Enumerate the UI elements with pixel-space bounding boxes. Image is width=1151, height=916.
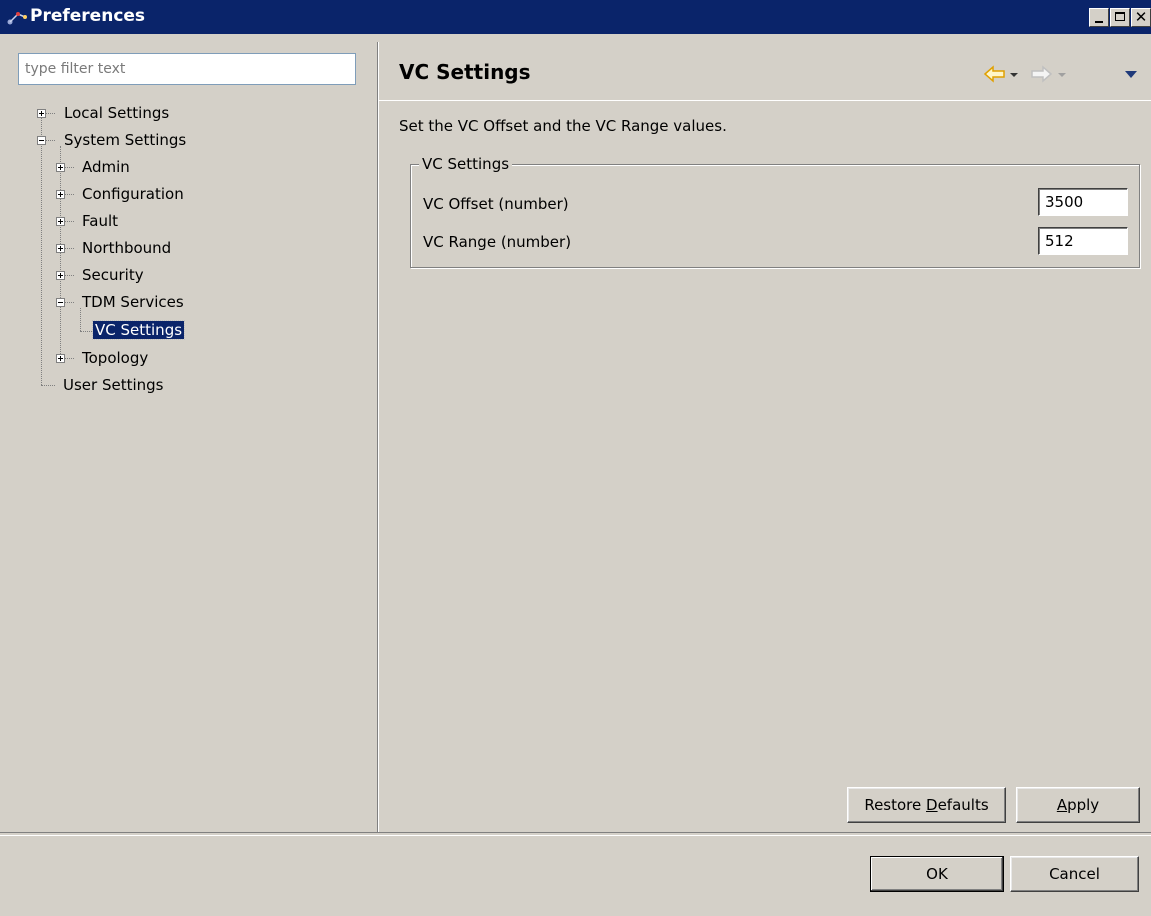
expand-icon[interactable] xyxy=(56,190,65,199)
minimize-button[interactable] xyxy=(1089,8,1109,27)
bottom-separator xyxy=(0,832,1151,836)
preference-page: VC Settings Set the VC Offset and the VC… xyxy=(379,42,1151,832)
expand-icon[interactable] xyxy=(56,163,65,172)
collapse-icon[interactable] xyxy=(56,298,65,307)
expand-icon[interactable] xyxy=(37,109,46,118)
view-menu-icon[interactable] xyxy=(1123,64,1139,84)
close-icon: ✕ xyxy=(1134,8,1148,26)
cancel-button[interactable]: Cancel xyxy=(1010,856,1139,892)
vc-settings-group: VC Settings VC Offset (number) VC Range … xyxy=(410,155,1140,268)
tree-item-label: System Settings xyxy=(64,131,187,149)
preferences-window: Preferences ✕ Local Settings xyxy=(0,0,1151,916)
vc-offset-label: VC Offset (number) xyxy=(423,195,569,213)
button-label: efaults xyxy=(937,796,989,814)
tree-item-label: VC Settings xyxy=(91,320,186,340)
forward-history-dropdown-icon xyxy=(1058,73,1066,77)
tree-item-label: Fault xyxy=(82,212,118,230)
restore-defaults-button[interactable]: Restore Defaults xyxy=(847,787,1006,823)
group-label: VC Settings xyxy=(419,155,513,173)
button-label-mnemonic: D xyxy=(926,796,938,814)
back-arrow-icon[interactable] xyxy=(983,64,1007,84)
preference-tree-pane xyxy=(8,42,379,832)
forward-arrow-icon xyxy=(1031,65,1053,83)
tree-item-label: Admin xyxy=(82,158,130,176)
tree-item-user-settings[interactable]: User Settings xyxy=(63,373,163,397)
page-description: Set the VC Offset and the VC Range value… xyxy=(399,117,727,135)
tree-item-label: TDM Services xyxy=(82,293,184,311)
expand-icon[interactable] xyxy=(56,271,65,280)
button-label-mnemonic: A xyxy=(1056,796,1068,814)
tree-item-label: Configuration xyxy=(82,185,184,203)
expand-icon[interactable] xyxy=(56,244,65,253)
preferences-app-icon xyxy=(7,12,27,25)
close-button[interactable]: ✕ xyxy=(1131,8,1151,27)
window-title: Preferences xyxy=(30,6,146,26)
expand-icon[interactable] xyxy=(56,217,65,226)
vc-range-label: VC Range (number) xyxy=(423,233,572,251)
button-label: Restore xyxy=(864,796,927,814)
expand-icon[interactable] xyxy=(56,354,65,363)
maximize-button[interactable] xyxy=(1110,8,1130,27)
tree-item-label: Security xyxy=(82,266,144,284)
filter-input[interactable] xyxy=(18,53,356,85)
ok-button[interactable]: OK xyxy=(870,856,1004,892)
title-bar[interactable]: Preferences ✕ xyxy=(0,0,1151,34)
tree-item-label: Local Settings xyxy=(64,104,170,122)
back-history-dropdown-icon[interactable] xyxy=(1009,64,1019,84)
vc-range-input[interactable] xyxy=(1038,227,1128,255)
tree-item-label: Northbound xyxy=(82,239,172,257)
page-header: VC Settings xyxy=(379,42,1151,101)
collapse-icon[interactable] xyxy=(37,136,46,145)
page-title: VC Settings xyxy=(399,60,531,84)
apply-button[interactable]: Apply xyxy=(1016,787,1140,823)
button-label: pply xyxy=(1067,796,1100,814)
tree-item-label: User Settings xyxy=(63,376,164,394)
vc-offset-input[interactable] xyxy=(1038,188,1128,216)
tree-item-vc-settings[interactable]: VC Settings xyxy=(91,318,186,342)
tree-item-label: Topology xyxy=(82,349,149,367)
